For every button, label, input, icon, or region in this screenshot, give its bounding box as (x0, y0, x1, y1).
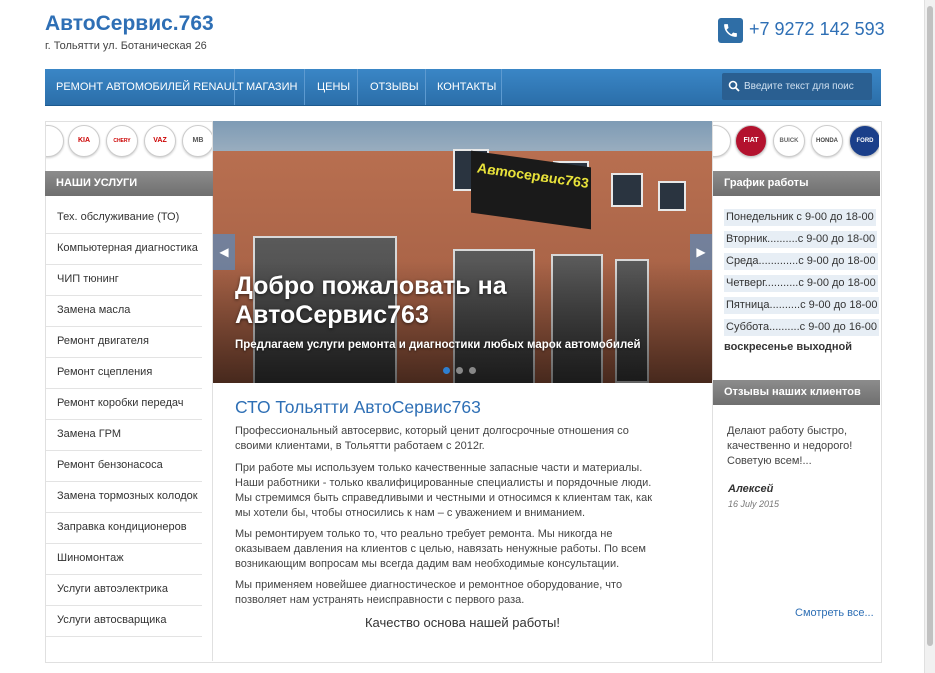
slider-dot[interactable] (456, 367, 463, 374)
brand-logo-chery[interactable]: CHERY (106, 125, 138, 157)
nav-item-prices[interactable]: Цены (317, 69, 350, 105)
building-window (658, 181, 686, 211)
brand-logo-vaz[interactable]: VAZ (144, 125, 176, 157)
brand-logo-partial[interactable] (713, 125, 731, 157)
service-item-gearbox-repair[interactable]: Ремонт коробки передач (46, 389, 202, 420)
schedule-row: Пятница..........с 9-00 до 18-00 (724, 297, 880, 314)
nav-item-renault[interactable]: Ремонт автомобилей Renault (56, 69, 244, 105)
nav-divider (357, 69, 358, 105)
slider-next-icon[interactable]: ▶ (690, 234, 712, 270)
slider-dot[interactable] (443, 367, 450, 374)
nav-item-contacts[interactable]: Контакты (437, 69, 496, 105)
schedule-heading: График работы (713, 171, 880, 196)
search-icon[interactable] (728, 80, 740, 92)
review-text: Делают работу быстро, качественно и недо… (727, 425, 853, 467)
slide-title: Добро пожаловать на АвтоСервис763 (235, 272, 507, 329)
service-item-timing-belt[interactable]: Замена ГРМ (46, 420, 202, 451)
brand-logo-ford[interactable]: FORD (849, 125, 879, 157)
schedule-row: Суббота..........с 9-00 до 16-00 (724, 319, 879, 336)
slider-dot[interactable] (469, 367, 476, 374)
service-item-clutch-repair[interactable]: Ремонт сцепления (46, 358, 202, 389)
brand-carousel-right: FIAT BUICK HONDA FORD (713, 121, 879, 161)
nav-divider (234, 69, 235, 105)
see-all-reviews-link[interactable]: Смотреть все... (795, 607, 874, 619)
brand-logo-partial[interactable] (46, 125, 64, 157)
nav-divider (501, 69, 502, 105)
service-item-oil-change[interactable]: Замена масла (46, 296, 202, 327)
main-paragraph: Профессиональный автосервис, который цен… (235, 425, 629, 452)
services-heading: НАШИ УСЛУГИ (45, 171, 213, 196)
brand-logo-buick[interactable]: BUICK (773, 125, 805, 157)
service-item-brake-pads[interactable]: Замена тормозных колодок (46, 482, 202, 513)
hero-slider[interactable]: Автосервис763 Добро пожаловать на АвтоСе… (213, 121, 712, 383)
service-item-electrician[interactable]: Услуги автоэлектрика (46, 575, 202, 606)
service-item-engine-repair[interactable]: Ремонт двигателя (46, 327, 202, 358)
service-item-maintenance[interactable]: Тех. обслуживание (ТО) (46, 203, 202, 234)
main-navbar: Ремонт автомобилей Renault Магазин Цены … (45, 69, 881, 106)
service-item-tire-service[interactable]: Шиномонтаж (46, 544, 202, 575)
shop-sign-text: Автосервис763 (477, 159, 589, 192)
phone-number[interactable]: +7 9272 142 593 (749, 19, 885, 40)
service-item-ac-refill[interactable]: Заправка кондиционеров (46, 513, 202, 544)
scrollbar-thumb[interactable] (927, 6, 933, 646)
brand-carousel-left: KIA CHERY VAZ MB (46, 121, 212, 161)
nav-divider (304, 69, 305, 105)
schedule-row: Среда.............с 9-00 до 18-00 (724, 253, 878, 270)
brand-logo-honda[interactable]: HONDA (811, 125, 843, 157)
main-paragraph: Мы применяем новейшее диагностическое и … (235, 579, 623, 606)
nav-divider (425, 69, 426, 105)
main-paragraph: При работе мы используем только качестве… (235, 462, 653, 519)
slider-prev-icon[interactable]: ◀ (213, 234, 235, 270)
main-paragraph: Мы ремонтируем только то, что реально тр… (235, 528, 646, 570)
motto-text: Качество основа нашей работы! (364, 615, 561, 630)
building-window (611, 173, 643, 207)
review-author: Алексей (728, 483, 774, 495)
services-list: Тех. обслуживание (ТО) Компьютерная диаг… (46, 203, 202, 637)
schedule-day-off: воскресенье выходной (724, 341, 853, 353)
nav-item-shop[interactable]: Магазин (246, 69, 297, 105)
service-item-fuel-pump[interactable]: Ремонт бензонасоса (46, 451, 202, 482)
brand-logo-kia[interactable]: KIA (68, 125, 100, 157)
brand-logo-mercedes[interactable]: MB (182, 125, 212, 157)
nav-item-reviews[interactable]: Отзывы (370, 69, 419, 105)
page-scrollbar[interactable] (924, 0, 935, 673)
phone-icon (718, 18, 743, 43)
brand-logo-fiat[interactable]: FIAT (735, 125, 767, 157)
service-item-chip-tuning[interactable]: ЧИП тюнинг (46, 265, 202, 296)
search-input[interactable] (744, 73, 870, 100)
site-address: г. Тольятти ул. Ботаническая 26 (45, 40, 207, 52)
reviews-heading: Отзывы наших клиентов (713, 380, 880, 405)
schedule-row: Понедельник с 9-00 до 18-00 (724, 209, 876, 226)
review-date: 16 July 2015 (728, 499, 780, 509)
search-box (722, 73, 872, 100)
service-item-diagnostics[interactable]: Компьютерная диагностика (46, 234, 202, 265)
service-item-welding[interactable]: Услуги автосварщика (46, 606, 202, 637)
schedule-row: Вторник..........с 9-00 до 18-00 (724, 231, 878, 248)
schedule-row: Четверг...........с 9-00 до 18-00 (724, 275, 878, 292)
site-title[interactable]: АвтоСервис.763 (45, 12, 214, 36)
slide-subtitle: Предлагаем услуги ремонта и диагностики … (235, 339, 641, 351)
main-title: СТО Тольятти АвтоСервис763 (235, 397, 481, 417)
